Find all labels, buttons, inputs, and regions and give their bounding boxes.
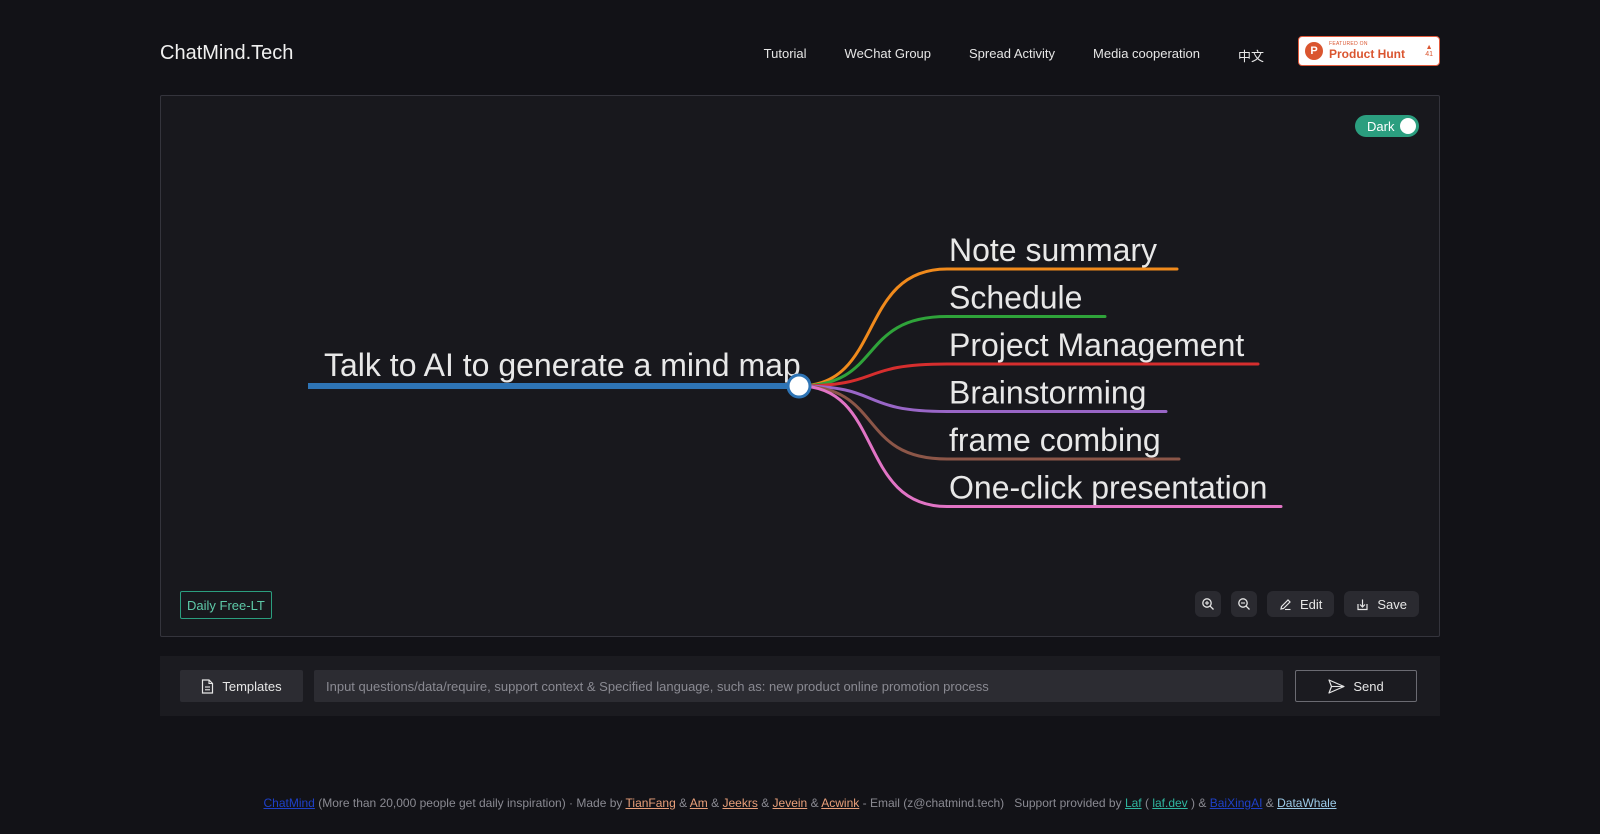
nav-spread-activity[interactable]: Spread Activity — [969, 46, 1055, 65]
prompt-input[interactable] — [314, 670, 1283, 702]
upvote-arrow-icon: ▲ — [1425, 44, 1433, 51]
footer-author-link[interactable]: Acwink — [821, 796, 859, 810]
mindmap-child-node[interactable]: Note summary — [949, 232, 1157, 268]
mindmap-child-node[interactable]: Project Management — [949, 327, 1244, 363]
edit-button-label: Edit — [1299, 596, 1323, 612]
save-button-label: Save — [1377, 596, 1407, 612]
product-hunt-name: Product Hunt — [1329, 47, 1405, 61]
download-icon — [1357, 599, 1368, 610]
footer-separator: & — [679, 796, 688, 810]
pencil-icon — [1280, 598, 1291, 610]
mindmap-child-node[interactable]: Brainstorming — [949, 375, 1146, 411]
footer-link-chatmind[interactable]: ChatMind — [264, 796, 315, 810]
nav-language-chinese[interactable]: 中文 — [1238, 46, 1264, 65]
footer-support-label: Support provided by — [1014, 796, 1122, 810]
brand-logo[interactable]: ChatMind.Tech — [160, 42, 293, 65]
footer-paren-close: ) & — [1191, 796, 1207, 810]
product-hunt-badge[interactable]: P FEATURED ON Product Hunt ▲ 41 — [1298, 36, 1440, 66]
footer-separator: & — [1265, 796, 1274, 810]
templates-button[interactable]: Templates — [180, 670, 303, 702]
canvas-toolbar: Edit Save — [1194, 591, 1419, 617]
mindmap-child-node[interactable]: One-click presentation — [949, 470, 1267, 506]
footer-author-link[interactable]: Jeekrs — [723, 796, 758, 810]
nav-wechat-group[interactable]: WeChat Group — [845, 46, 931, 65]
footer-email: - Email (z@chatmind.tech) — [862, 796, 1005, 810]
nav-tutorial[interactable]: Tutorial — [764, 46, 807, 65]
vote-count: 41 — [1425, 51, 1433, 58]
footer-separator: & — [761, 796, 770, 810]
product-hunt-icon: P — [1305, 42, 1323, 60]
footer-link-datawhale[interactable]: DataWhale — [1277, 796, 1336, 810]
footer-link-laf[interactable]: Laf — [1125, 796, 1142, 810]
footer-author-link[interactable]: Jevein — [773, 796, 808, 810]
footer-tagline: (More than 20,000 people get daily inspi… — [318, 796, 623, 810]
product-hunt-votes: ▲ 41 — [1425, 44, 1433, 58]
zoom-out-icon — [1238, 598, 1250, 610]
mindmap-root-node[interactable]: Talk to AI to generate a mind map — [324, 347, 801, 383]
save-button[interactable]: Save — [1344, 591, 1419, 617]
footer-link-laf-dev[interactable]: laf.dev — [1152, 796, 1187, 810]
footer-author-link[interactable]: TianFang — [626, 796, 676, 810]
mindmap-child-node[interactable]: Schedule — [949, 280, 1082, 316]
send-button-label: Send — [1353, 678, 1384, 694]
mindmap-collapse-toggle[interactable] — [786, 373, 812, 399]
footer-link-baixingai[interactable]: BaiXingAI — [1210, 796, 1263, 810]
footer-author-link[interactable]: Am — [690, 796, 708, 810]
nav-media-cooperation[interactable]: Media cooperation — [1093, 46, 1200, 65]
prompt-bar: Templates Send — [160, 656, 1440, 716]
mindmap-canvas[interactable]: Dark Note summary Schedule Project Managem… — [160, 95, 1440, 637]
top-nav: Tutorial WeChat Group Spread Activity Me… — [764, 46, 1264, 65]
footer-paren-open: ( — [1144, 796, 1149, 810]
footer-separator: & — [810, 796, 819, 810]
send-icon — [1328, 678, 1345, 694]
footer-separator: & — [711, 796, 720, 810]
quota-badge: Daily Free-LT — [180, 591, 272, 619]
send-button[interactable]: Send — [1295, 670, 1417, 702]
templates-button-label: Templates — [222, 678, 282, 694]
zoom-in-icon — [1202, 598, 1214, 610]
footer: ChatMind (More than 20,000 people get da… — [0, 796, 1600, 810]
header: ChatMind.Tech Tutorial WeChat Group Spre… — [160, 36, 1440, 72]
document-icon — [202, 678, 214, 694]
edit-button[interactable]: Edit — [1266, 591, 1335, 617]
mindmap-svg[interactable]: Note summary Schedule Project Management Br… — [161, 96, 1439, 636]
mindmap-child-node[interactable]: frame combing — [949, 422, 1161, 458]
zoom-in-button[interactable] — [1194, 591, 1221, 617]
zoom-out-button[interactable] — [1230, 591, 1257, 617]
